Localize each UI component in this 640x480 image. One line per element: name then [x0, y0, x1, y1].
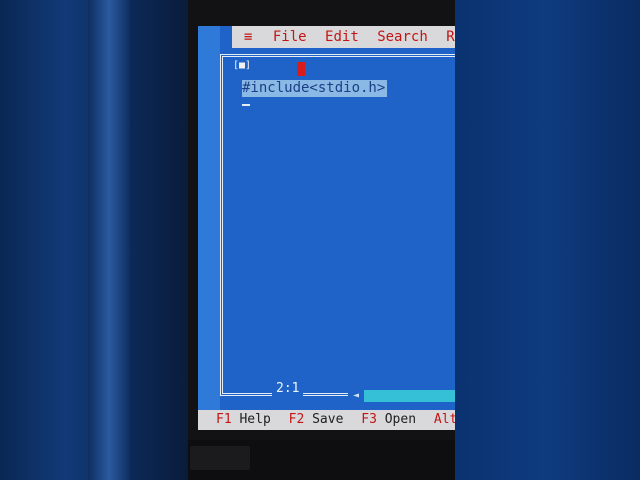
photo-right-background [455, 0, 640, 480]
window-title-marker [297, 62, 305, 76]
function-key-bar: F1 Help F2 Save F3 Open Alt-F [198, 410, 455, 430]
f1-key[interactable]: F1 [216, 412, 232, 427]
horizontal-scrollbar[interactable] [348, 390, 455, 402]
f2-key[interactable]: F2 [289, 412, 305, 427]
scrollbar-left-arrow-icon[interactable]: ◄ [348, 390, 364, 402]
text-cursor [242, 104, 250, 106]
f2-label[interactable]: Save [312, 412, 343, 427]
photo-light-streak [88, 0, 130, 480]
cursor-position: 2:1 [272, 381, 304, 397]
alt-f-key[interactable]: Alt-F [434, 412, 455, 427]
edit-window-frame [220, 54, 455, 396]
code-line[interactable]: #include<stdio.h> [242, 80, 388, 97]
f3-key[interactable]: F3 [361, 412, 377, 427]
window-close-box[interactable]: [■] [232, 60, 252, 72]
f3-label[interactable]: Open [385, 412, 416, 427]
laptop-hinge [190, 446, 250, 470]
editor-area: [■] #include<stdio.h> ◄ 2:1 F1 Help F2 S… [198, 26, 455, 430]
f1-label[interactable]: Help [239, 412, 270, 427]
